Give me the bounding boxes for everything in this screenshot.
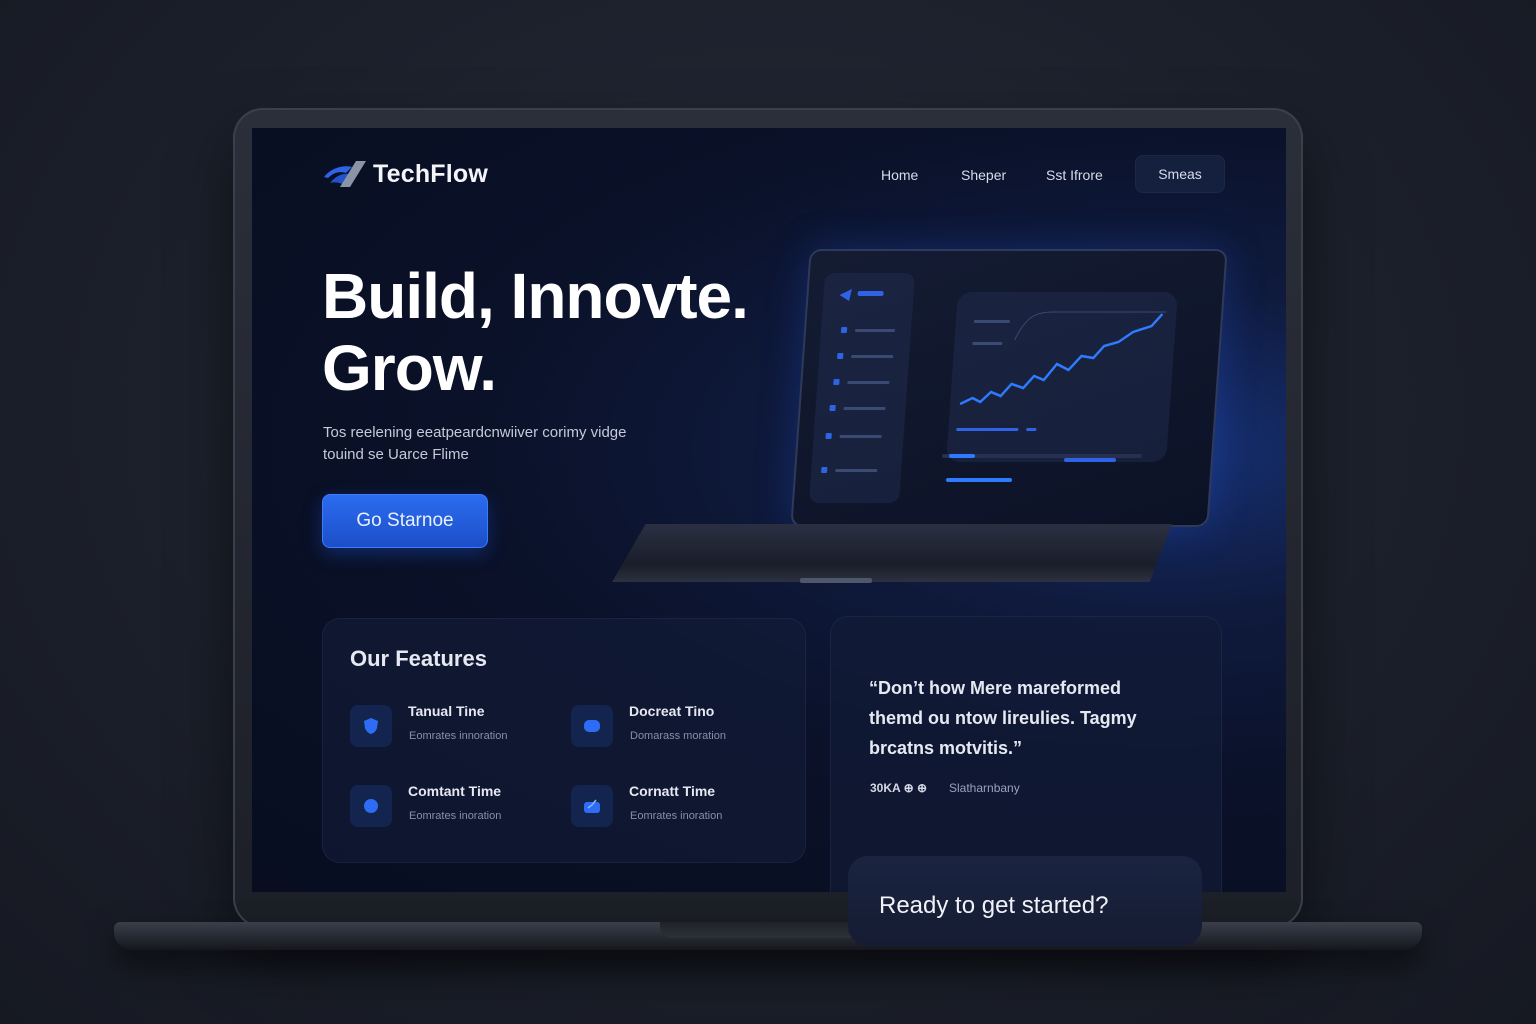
feature-desc-1: Eomrates innoration xyxy=(409,730,508,742)
feature-name-3: Comtant Time xyxy=(408,783,502,799)
ready-text: Ready to get started? xyxy=(879,892,1109,919)
testimonial-author: Slatharnbany xyxy=(949,781,1020,795)
laptop-hinge-notch xyxy=(660,922,876,938)
nav-button[interactable]: Smeas xyxy=(1135,155,1225,193)
illustration-progress-c xyxy=(946,478,1012,482)
ready-card[interactable]: Ready to get started? xyxy=(848,856,1202,946)
hero-title-line2: Grow. xyxy=(322,332,497,404)
hero-subtitle-line1: Tos reelening eeatpeardcnwiiver corimy v… xyxy=(323,424,627,441)
feature-desc-3: Eomrates inoration xyxy=(409,810,502,822)
website-screen: TechFlow Home Sheper Sst Ifrore Smeas Bu… xyxy=(252,128,1286,892)
feature-desc-2: Domarass moration xyxy=(630,730,726,742)
shield-icon xyxy=(350,705,392,747)
features-title: Our Features xyxy=(350,646,487,671)
quote-line-2: themd ou ntow lireulies. Tagmy xyxy=(869,708,1137,728)
cloud-icon xyxy=(571,705,613,747)
illustration-progress-a xyxy=(949,454,975,458)
gear-icon xyxy=(350,785,392,827)
illustration-sidebar xyxy=(808,273,916,503)
testimonial-quote: “Don’t how Mere mareformed themd ou ntow… xyxy=(869,673,1179,763)
illustration-sidebar-items-icon xyxy=(821,289,896,473)
illustration-progress-b xyxy=(1064,458,1116,462)
testimonial-card: “Don’t how Mere mareformed themd ou ntow… xyxy=(830,616,1222,892)
get-started-button[interactable]: Go Starnoe xyxy=(322,494,488,548)
hero-subtitle-line2: touind se Uarce Flime xyxy=(323,446,469,463)
chart-icon xyxy=(571,785,613,827)
feature-name-4: Cornatt Time xyxy=(629,783,716,799)
illustration-chart-card xyxy=(946,292,1178,462)
illustration-laptop-keyboard xyxy=(612,524,1172,582)
hero-title: Build, Innovte. Grow. xyxy=(322,260,749,404)
quote-line-3: brcatns motvitis.” xyxy=(869,738,1023,758)
nav-link-solutions[interactable]: Sst Ifrore xyxy=(1046,167,1103,183)
illustration-trackpad-edge xyxy=(800,578,872,583)
feature-desc-4: Eomrates inoration xyxy=(630,810,723,822)
hero-title-line1: Build, Innovte. xyxy=(322,260,749,332)
quote-line-1: “Don’t how Mere mareformed xyxy=(869,678,1122,698)
techflow-logo-icon xyxy=(324,161,366,187)
brand-name[interactable]: TechFlow xyxy=(373,160,488,189)
feature-name-2: Docreat Tino xyxy=(629,703,715,719)
features-card: Our Features Tanual Tine Eomrates innora… xyxy=(322,618,806,863)
feature-name-1: Tanual Tine xyxy=(408,703,485,719)
testimonial-rating: 30KA ⊕ ⊕ xyxy=(870,781,928,795)
hero-subtitle: Tos reelening eeatpeardcnwiiver corimy v… xyxy=(323,422,683,466)
nav-link-home[interactable]: Home xyxy=(881,167,918,183)
line-chart-icon xyxy=(956,311,1167,431)
nav-link-sheper[interactable]: Sheper xyxy=(961,167,1006,183)
